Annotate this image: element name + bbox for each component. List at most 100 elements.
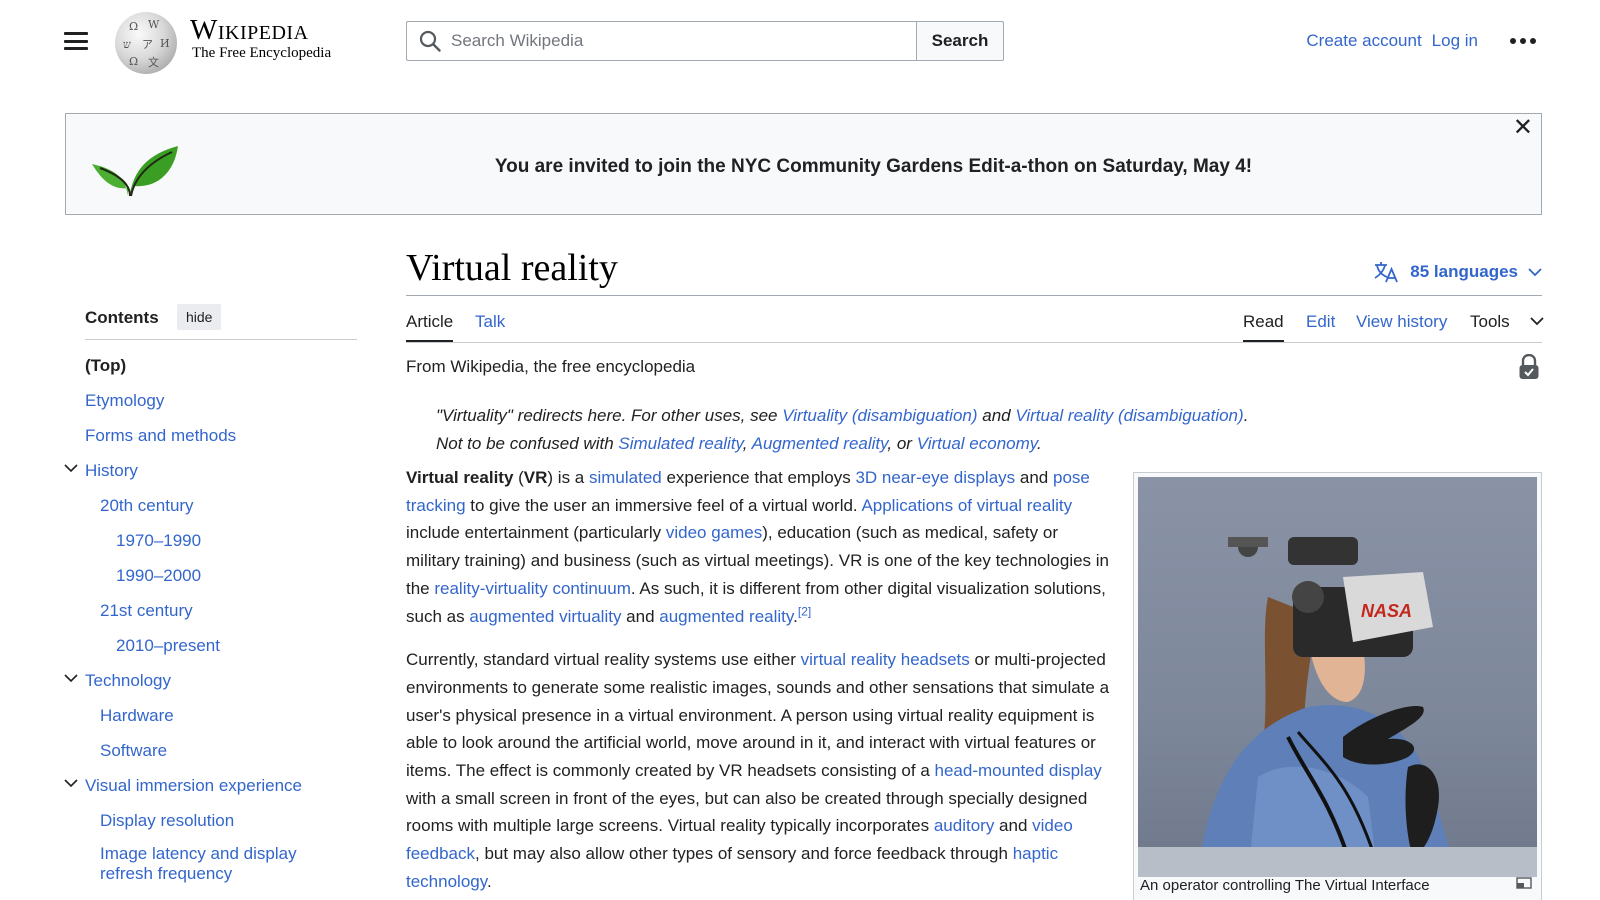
page-title: Virtual reality xyxy=(406,247,618,289)
dot xyxy=(1530,38,1536,44)
link-head-mounted-display[interactable]: head-mounted display xyxy=(935,761,1102,780)
link-augmented-virtuality[interactable]: augmented virtuality xyxy=(469,607,621,626)
text: ) is a xyxy=(547,468,589,487)
hatnote-text: and xyxy=(977,406,1016,425)
hatnote-text: "Virtuality" redirects here. For other u… xyxy=(436,406,783,425)
log-in-link[interactable]: Log in xyxy=(1432,31,1478,51)
vr-operator-photo[interactable]: NASA xyxy=(1138,477,1537,877)
tab-talk[interactable]: Talk xyxy=(475,312,505,332)
lock-icon[interactable] xyxy=(1518,354,1540,380)
link-vr-headsets[interactable]: virtual reality headsets xyxy=(801,650,970,669)
bold-term: VR xyxy=(523,468,548,487)
create-account-link[interactable]: Create account xyxy=(1306,31,1421,51)
text: Currently, standard virtual reality syst… xyxy=(406,650,801,670)
wikipedia-wordmark[interactable]: Wikipedia xyxy=(190,14,309,47)
text: and xyxy=(994,816,1033,836)
menu-bar xyxy=(64,39,88,43)
search-field[interactable] xyxy=(406,21,917,61)
site-notice-banner: You are invited to join the NYC Communit… xyxy=(65,113,1542,215)
menu-bar xyxy=(64,32,88,35)
search-input[interactable] xyxy=(451,31,891,51)
toc-item-software[interactable]: Software xyxy=(64,739,364,762)
table-of-contents: (Top) Etymology Forms and methods Histor… xyxy=(64,354,364,896)
close-icon[interactable]: ✕ xyxy=(1513,116,1533,140)
link-3d-near-eye-displays[interactable]: 3D near-eye displays xyxy=(855,468,1015,487)
toc-item-2010-present[interactable]: 2010–present xyxy=(64,634,364,657)
divider xyxy=(406,295,1542,296)
hatnote-text: Not to be confused with xyxy=(436,434,619,453)
hatnote-text: . xyxy=(1243,406,1249,425)
link-virtual-reality-disambiguation[interactable]: Virtual reality (disambiguation) xyxy=(1015,406,1243,425)
search-button[interactable]: Search xyxy=(916,21,1004,61)
divider xyxy=(406,342,1542,343)
toc-item-visual-immersion-experience[interactable]: Visual immersion experience xyxy=(64,774,364,797)
text: to give the user an immersive feel of a … xyxy=(465,495,862,515)
link-simulated[interactable]: simulated xyxy=(589,468,662,487)
hatnote-text: , or xyxy=(887,434,917,453)
contents-heading: Contents xyxy=(85,308,159,327)
paragraph: Currently, standard virtual reality syst… xyxy=(406,646,1112,895)
hatnote-text: . xyxy=(1037,434,1042,453)
article-body: Virtual reality (VR) is a simulated expe… xyxy=(406,464,1112,900)
divider xyxy=(85,339,357,340)
text: experience that employs xyxy=(661,468,856,487)
more-options-icon[interactable] xyxy=(1510,38,1536,44)
toc-item-image-latency[interactable]: Image latency and display refresh freque… xyxy=(64,844,354,884)
link-reality-virtuality-continuum[interactable]: reality-virtuality continuum xyxy=(434,579,631,598)
search-icon xyxy=(419,30,441,52)
translate-icon xyxy=(1374,262,1399,283)
personal-tools: Create account Log in xyxy=(1306,31,1478,51)
chevron-down-icon xyxy=(1528,268,1542,277)
nasa-headset-logo: NASA xyxy=(1361,601,1412,621)
text: and xyxy=(1015,468,1053,487)
tab-edit[interactable]: Edit xyxy=(1306,312,1335,332)
link-virtual-economy[interactable]: Virtual economy xyxy=(917,434,1037,453)
link-simulated-reality[interactable]: Simulated reality xyxy=(618,434,742,453)
wikipedia-globe-logo[interactable]: ΩW שアИ Ω文 xyxy=(115,12,177,74)
citation-2[interactable]: [2] xyxy=(798,604,811,618)
chevron-down-icon[interactable] xyxy=(64,671,78,685)
languages-label: 85 languages xyxy=(1410,262,1518,281)
tab-article[interactable]: Article xyxy=(406,312,454,343)
tab-view-history[interactable]: View history xyxy=(1356,312,1447,332)
vr-operator-illustration: NASA xyxy=(1138,537,1537,877)
wikipedia-tagline: The Free Encyclopedia xyxy=(192,45,332,61)
chevron-down-icon[interactable] xyxy=(1530,314,1544,328)
toc-item-1990-2000[interactable]: 1990–2000 xyxy=(64,564,364,587)
tools-menu[interactable]: Tools xyxy=(1470,312,1510,332)
text: and xyxy=(621,606,660,626)
bold-term: Virtual reality xyxy=(406,468,514,487)
main-menu-button[interactable] xyxy=(64,30,88,52)
toc-item-21st-century[interactable]: 21st century xyxy=(64,599,364,622)
image-caption: An operator controlling The Virtual Inte… xyxy=(1140,877,1430,894)
toc-item-forms-and-methods[interactable]: Forms and methods xyxy=(64,424,364,447)
toc-item-hardware[interactable]: Hardware xyxy=(64,704,364,727)
toc-item-top[interactable]: (Top) xyxy=(64,354,364,377)
banner-message[interactable]: You are invited to join the NYC Communit… xyxy=(66,156,1541,178)
tab-read[interactable]: Read xyxy=(1243,312,1284,343)
enlarge-icon[interactable] xyxy=(1516,877,1532,889)
link-auditory[interactable]: auditory xyxy=(934,816,994,835)
toc-item-display-resolution[interactable]: Display resolution xyxy=(64,809,364,832)
toc-hide-button[interactable]: hide xyxy=(177,304,222,330)
toc-item-20th-century[interactable]: 20th century xyxy=(64,494,364,517)
paragraph: Virtual reality (VR) is a simulated expe… xyxy=(406,464,1112,630)
text: , but may also allow other types of sens… xyxy=(475,844,1013,864)
link-virtuality-disambiguation[interactable]: Virtuality (disambiguation) xyxy=(782,406,977,425)
link-augmented-reality-inline[interactable]: augmented reality xyxy=(659,607,793,626)
toc-item-history[interactable]: History xyxy=(64,459,364,482)
menu-bar xyxy=(64,47,88,50)
chevron-down-icon[interactable] xyxy=(64,776,78,790)
toc-item-technology[interactable]: Technology xyxy=(64,669,364,692)
link-video-games[interactable]: video games xyxy=(666,523,762,542)
link-augmented-reality[interactable]: Augmented reality xyxy=(752,434,888,453)
toc-item-1970-1990[interactable]: 1970–1990 xyxy=(64,529,364,552)
article-image-thumbnail: NASA xyxy=(1133,472,1542,900)
chevron-down-icon[interactable] xyxy=(64,461,78,475)
hatnote-text: , xyxy=(742,434,752,453)
toc-item-etymology[interactable]: Etymology xyxy=(64,389,364,412)
dot xyxy=(1520,38,1526,44)
hatnote-line: Not to be confused with Simulated realit… xyxy=(436,430,1248,458)
link-applications-of-vr[interactable]: Applications of virtual reality xyxy=(861,496,1072,515)
language-selector[interactable]: 85 languages xyxy=(1374,261,1542,283)
